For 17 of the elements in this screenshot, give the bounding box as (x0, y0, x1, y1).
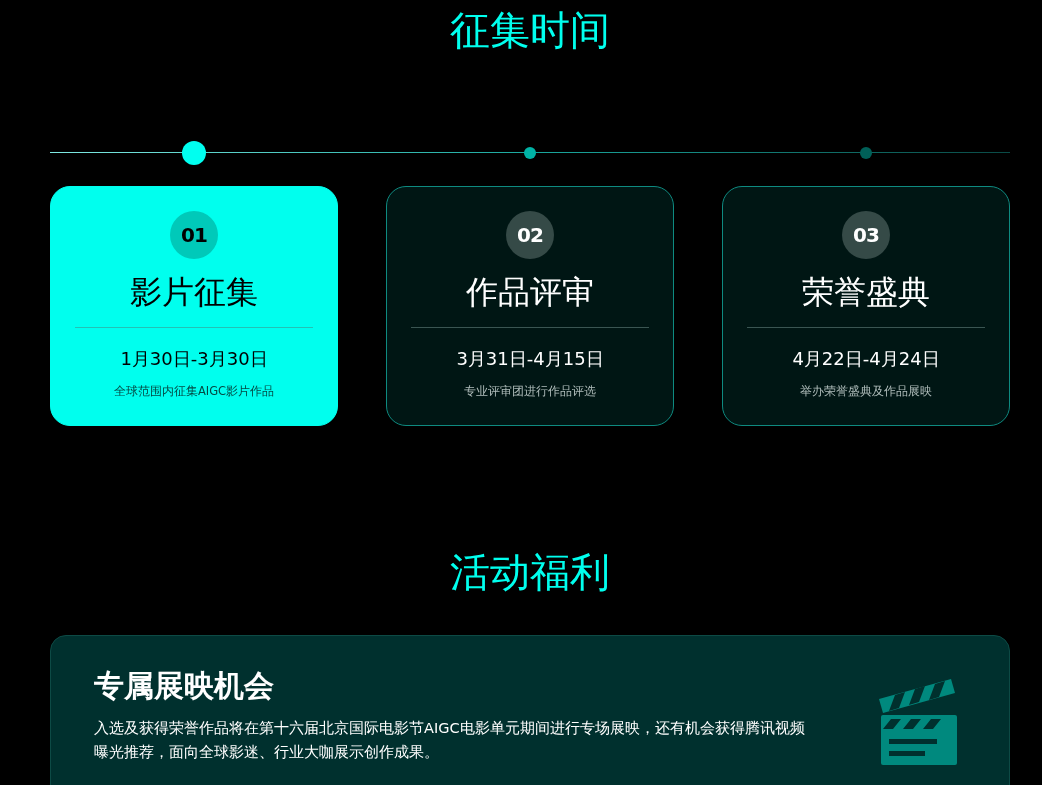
stage-description: 专业评审团进行作品评选 (464, 383, 596, 399)
stage-dates: 3月31日-4月15日 (456, 347, 604, 371)
clapperboard-icon (877, 677, 959, 765)
stage-description: 全球范围内征集AIGC影片作品 (113, 383, 275, 399)
stage-name: 作品评审 (466, 272, 594, 312)
stage-dates: 4月22日-4月24日 (792, 347, 940, 371)
step-number-badge: 01 (170, 211, 218, 259)
stage-description: 举办荣誉盛典及作品展映 (800, 383, 932, 399)
stage-dates: 1月30日-3月30日 (120, 347, 268, 371)
section-title: 征集时间 (450, 6, 610, 55)
benefit-description: 入选及获得荣誉作品将在第十六届北京国际电影节AIGC电影单元期间进行专场展映，还有机会获得腾讯视频曝光推荐，面向全球影迷、行业大咖展示创作成果。 (94, 719, 806, 762)
step-number-badge: 03 (842, 211, 890, 259)
stage-name: 影片征集 (130, 272, 258, 312)
benefit-title: 专属展映机会 (94, 667, 275, 705)
section-title: 活动福利 (450, 548, 610, 597)
stage-name: 荣誉盛典 (802, 272, 930, 312)
step-number-badge: 02 (506, 211, 554, 259)
